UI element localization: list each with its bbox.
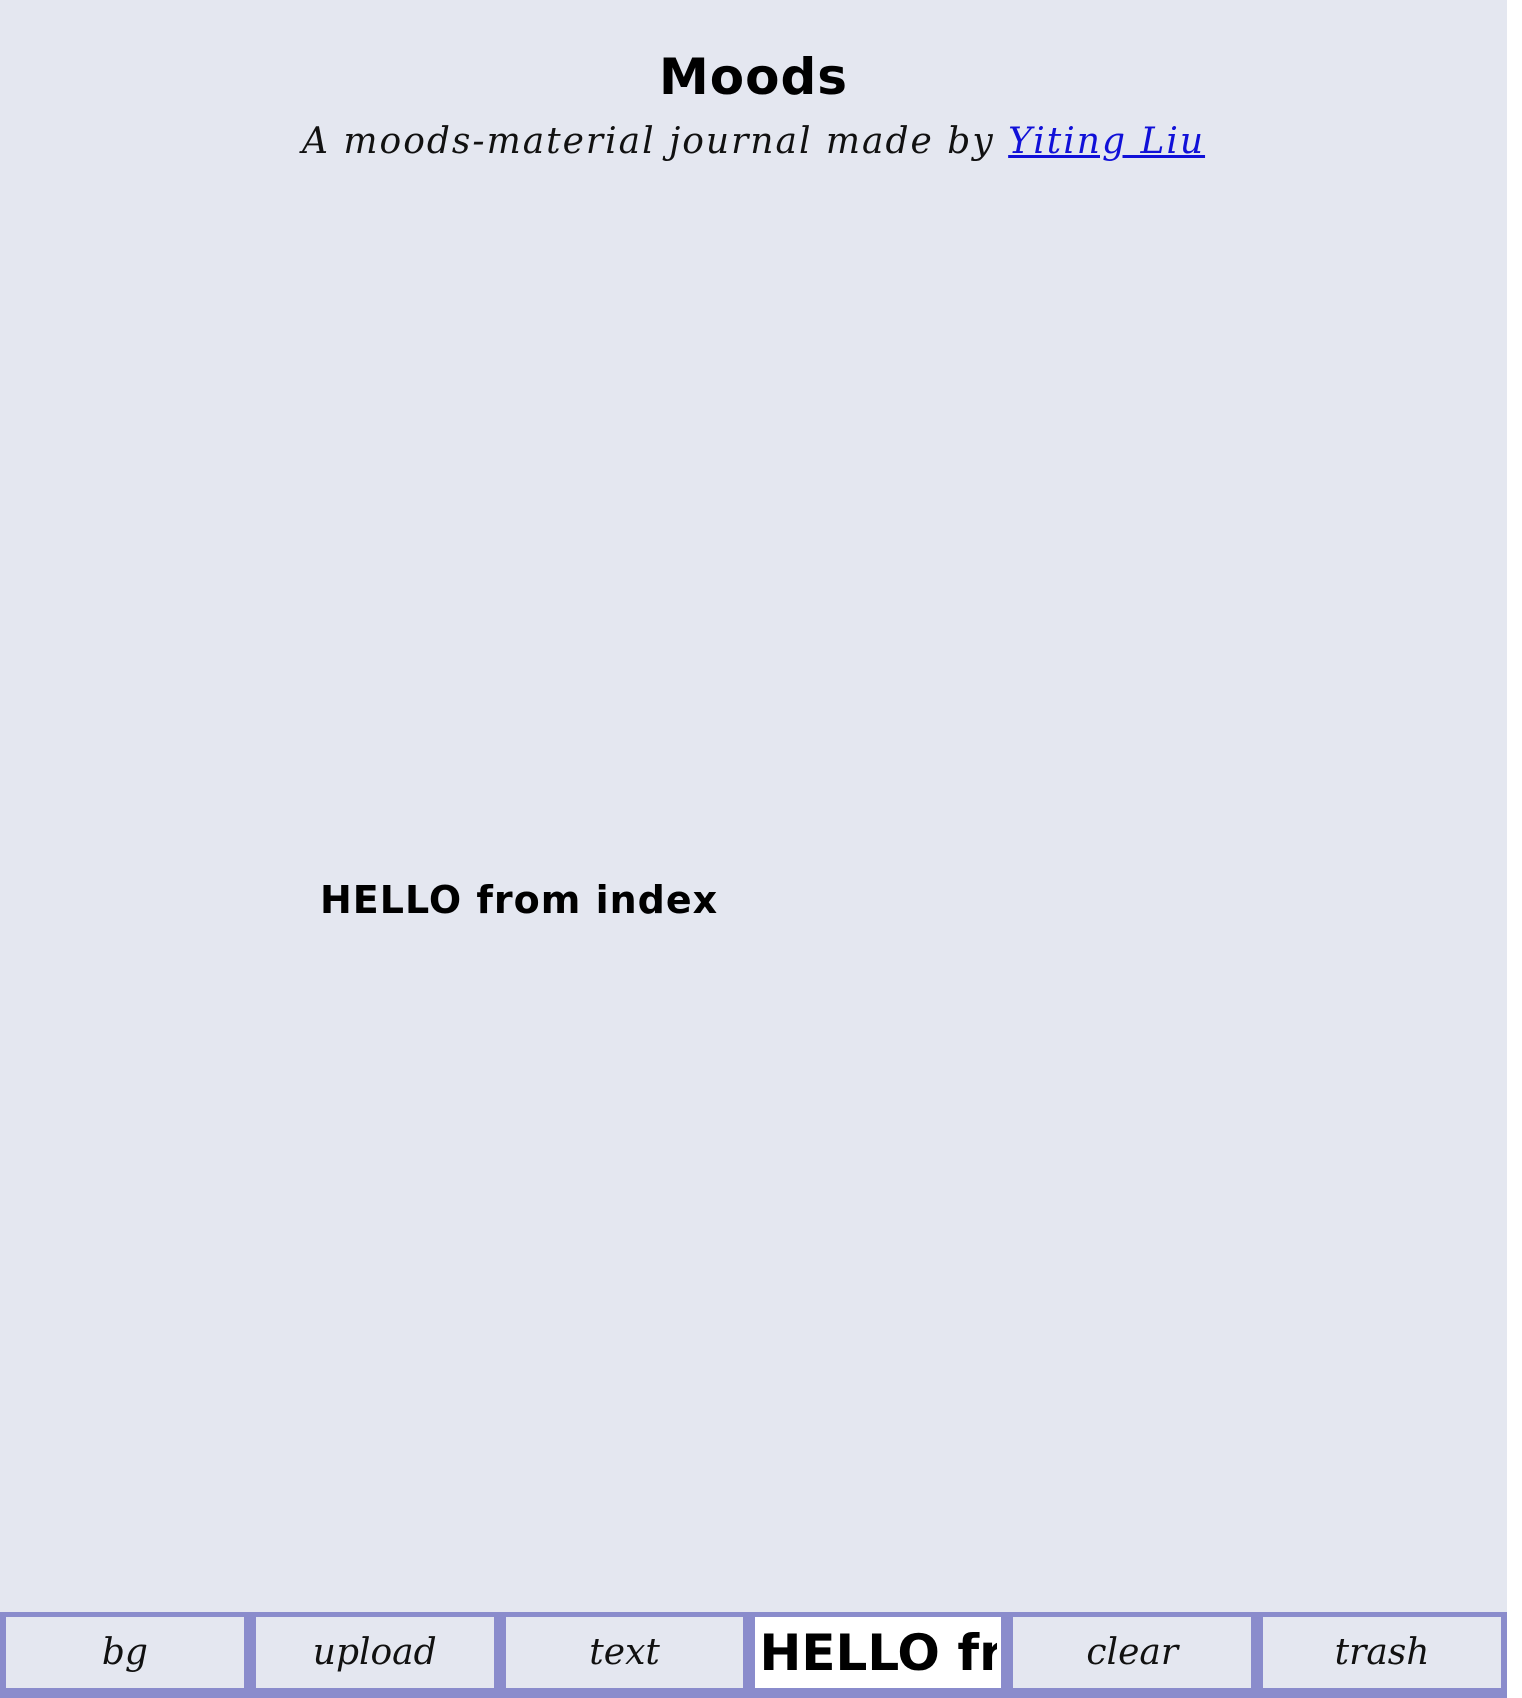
bg-button[interactable]: bg	[6, 1617, 244, 1688]
page-title: Moods	[658, 48, 848, 106]
journal-app: Moods A moods-material journal made by Y…	[0, 0, 1507, 1698]
author-link[interactable]: Yiting Liu	[1008, 121, 1205, 162]
clear-button[interactable]: clear	[1013, 1617, 1252, 1688]
text-input[interactable]	[755, 1617, 1002, 1688]
subtitle-text: A moods-material journal made by	[301, 121, 1009, 162]
canvas-text-item[interactable]: HELLO from index	[320, 878, 718, 922]
page-subtitle: A moods-material journal made by Yiting …	[0, 118, 1507, 166]
header: Moods A moods-material journal made by Y…	[0, 40, 1507, 166]
upload-button[interactable]: upload	[255, 1617, 494, 1688]
text-button[interactable]: text	[505, 1617, 744, 1688]
toolbar: bg upload text clear trash	[0, 1612, 1507, 1698]
trash-button[interactable]: trash	[1263, 1617, 1501, 1688]
